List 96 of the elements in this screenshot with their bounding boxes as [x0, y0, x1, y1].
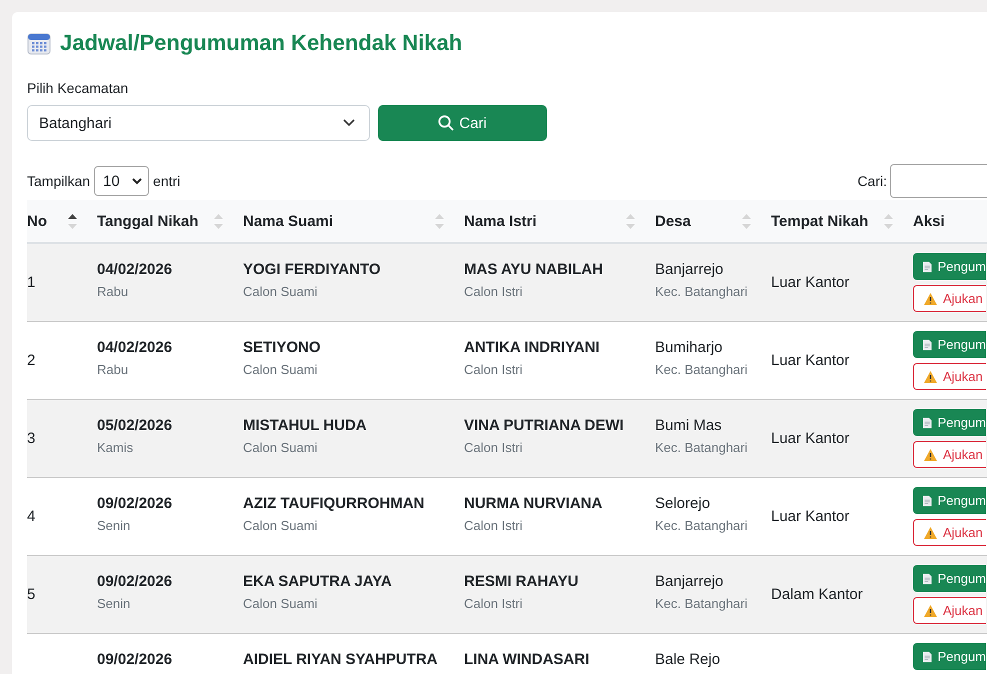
- row-number: 4: [27, 508, 36, 525]
- groom-name: YOGI FERDIYANTO: [243, 261, 382, 278]
- bride-role: Calon Istri: [464, 284, 524, 299]
- page-title: Jadwal/Pengumuman Kehendak Nikah: [60, 30, 462, 56]
- warning-icon: [924, 370, 937, 382]
- groom-name: AZIZ TAUFIQURROHMAN: [243, 495, 426, 512]
- warning-icon: [924, 292, 937, 304]
- village-name: Bumiharjo: [655, 339, 724, 356]
- announcement-button[interactable]: Pengum: [913, 409, 986, 436]
- wedding-date: 09/02/2026: [97, 573, 174, 590]
- row-number: 3: [27, 430, 36, 447]
- chevron-down-icon: [132, 178, 142, 184]
- district-dropdown[interactable]: Batanghari: [27, 105, 370, 141]
- document-icon: [923, 338, 932, 350]
- bride-name: VINA PUTRIANA DEWI: [464, 417, 625, 434]
- village-name: Banjarrejo: [655, 261, 724, 278]
- district-name: Kec. Batanghari: [655, 362, 749, 377]
- bride-name: NURMA NURVIANA: [464, 495, 604, 512]
- weekday: Kamis: [97, 440, 134, 455]
- column-header[interactable]: No: [27, 200, 87, 243]
- submit-button[interactable]: Ajukan: [913, 363, 986, 390]
- document-icon: [923, 260, 932, 272]
- weekday: Rabu: [97, 362, 130, 377]
- bride-name: RESMI RAHAYU: [464, 573, 580, 590]
- search-icon: [438, 115, 454, 131]
- groom-name: SETIYONO: [243, 339, 322, 356]
- groom-role: Calon Suami: [243, 284, 318, 299]
- groom-role: Calon Suami: [243, 440, 318, 455]
- wedding-date: 04/02/2026: [97, 339, 174, 356]
- groom-role: Calon Suami: [243, 518, 318, 533]
- venue: Dalam Kantor: [771, 586, 864, 603]
- announcement-button[interactable]: Pengum: [913, 487, 986, 514]
- column-header[interactable]: Nama Suami: [233, 200, 454, 243]
- bride-role: Calon Istri: [464, 596, 524, 611]
- announcement-button[interactable]: Pengum: [913, 331, 986, 358]
- groom-role: Calon Suami: [243, 596, 318, 611]
- column-header[interactable]: Tanggal Nikah: [87, 200, 233, 243]
- document-icon: [923, 572, 932, 584]
- column-header[interactable]: Tempat Nikah: [761, 200, 903, 243]
- row-number: 2: [27, 352, 36, 369]
- show-label: Tampilkan: [27, 173, 90, 189]
- village-name: Selorejo: [655, 495, 712, 512]
- warning-icon: [924, 448, 937, 460]
- wedding-date: 05/02/2026: [97, 417, 174, 434]
- weekday: Rabu: [97, 284, 130, 299]
- village-name: Banjarrejo: [655, 573, 724, 590]
- entries-dropdown[interactable]: 10: [94, 166, 150, 196]
- search-label: Cari:: [857, 173, 887, 189]
- search-button[interactable]: Cari: [378, 105, 547, 141]
- row-number: 5: [27, 586, 36, 603]
- bride-role: Calon Istri: [464, 518, 524, 533]
- district-name: Kec. Batanghari: [655, 518, 749, 533]
- groom-name: MISTAHUL HUDA: [243, 417, 368, 434]
- bride-name: MAS AYU NABILAH: [464, 261, 604, 278]
- bride-role: Calon Istri: [464, 440, 524, 455]
- submit-button[interactable]: Ajukan: [913, 597, 986, 624]
- wedding-date: 09/02/2026: [97, 495, 174, 512]
- document-icon: [923, 416, 932, 428]
- warning-icon: [924, 526, 937, 538]
- groom-role: Calon Suami: [243, 362, 318, 377]
- village-name: Bale Rejo: [655, 651, 722, 668]
- groom-name: EKA SAPUTRA JAYA: [243, 573, 393, 590]
- venue: Luar Kantor: [771, 430, 850, 447]
- chevron-down-icon: [343, 119, 355, 127]
- bride-role: Calon Istri: [464, 362, 524, 377]
- groom-name: AIDIEL RIYAN SYAHPUTRA: [243, 651, 438, 668]
- submit-button[interactable]: Ajukan: [913, 519, 986, 546]
- submit-button[interactable]: Ajukan: [913, 441, 986, 468]
- submit-button[interactable]: Ajukan: [913, 285, 986, 312]
- warning-icon: [924, 604, 937, 616]
- venue: Luar Kantor: [771, 274, 850, 291]
- entries-label: entri: [153, 173, 180, 189]
- document-icon: [923, 650, 932, 662]
- wedding-date: 09/02/2026: [97, 651, 174, 668]
- field-label: Pilih Kecamatan: [27, 80, 130, 96]
- search-field[interactable]: [890, 164, 987, 198]
- announcement-button[interactable]: Pengum: [913, 253, 986, 280]
- row-number: 1: [27, 274, 36, 291]
- document-icon: [923, 494, 932, 506]
- venue: Luar Kantor: [771, 508, 850, 525]
- announcement-button[interactable]: Pengum: [913, 565, 986, 592]
- district-name: Kec. Batanghari: [655, 596, 749, 611]
- column-header[interactable]: Aksi: [903, 200, 987, 243]
- column-header[interactable]: Desa: [645, 200, 761, 243]
- district-name: Kec. Batanghari: [655, 284, 749, 299]
- calendar-icon: [27, 31, 51, 55]
- district-name: Kec. Batanghari: [655, 440, 749, 455]
- weekday: Senin: [97, 596, 132, 611]
- venue: Luar Kantor: [771, 352, 850, 369]
- wedding-date: 04/02/2026: [97, 261, 174, 278]
- column-header[interactable]: Nama Istri: [454, 200, 645, 243]
- bride-name: ANTIKA INDRIYANI: [464, 339, 601, 356]
- village-name: Bumi Mas: [655, 417, 723, 434]
- weekday: Senin: [97, 518, 132, 533]
- bride-name: LINA WINDASARI: [464, 651, 590, 668]
- announcement-button[interactable]: Pengum: [913, 643, 986, 670]
